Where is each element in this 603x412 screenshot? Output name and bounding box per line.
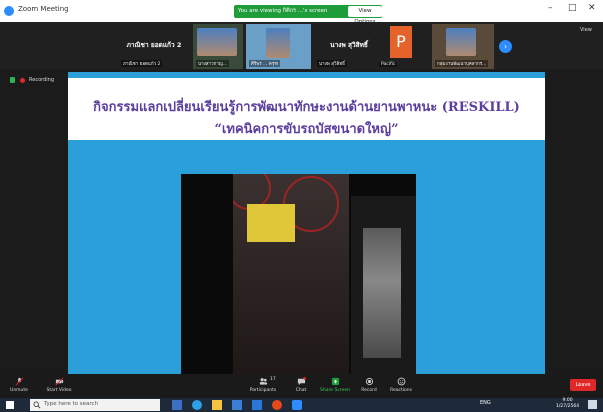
title-bar: Zoom Meeting You are viewing กิติกร ...'… (0, 0, 603, 25)
dashboard-display-image (247, 204, 295, 242)
participant-avatar-p: P (390, 26, 412, 58)
close-button[interactable]: ✕ (588, 3, 596, 13)
search-placeholder: Type here to search (44, 401, 99, 407)
chat-button[interactable]: Chat (290, 374, 312, 398)
security-shield-icon (10, 77, 15, 83)
view-label[interactable]: View (580, 27, 592, 33)
participants-label: Participants (249, 388, 277, 393)
participant-tile-2[interactable]: นางสาวกาญ... (193, 24, 243, 69)
participant-label: ภาณิชา ยอดแก้ว 2 (121, 60, 163, 67)
participant-video (266, 28, 290, 58)
participant-tile-3[interactable]: ศิริพร ... ครุฑ (246, 24, 311, 69)
task-view-icon[interactable] (172, 400, 182, 410)
reactions-button[interactable]: Reactions (386, 374, 416, 398)
participant-label: นางพ สุวิสิทธิ์ (317, 60, 347, 67)
windows-start-icon[interactable] (6, 401, 14, 409)
minimize-button[interactable]: – (548, 3, 553, 13)
chrome-icon[interactable] (272, 400, 282, 410)
reactions-icon (397, 377, 405, 386)
zoom-logo-icon (4, 6, 14, 16)
leave-button[interactable]: Leave (570, 379, 596, 391)
taskbar-clock[interactable]: 9:00 1/27/2564 (556, 398, 579, 410)
notification-center-icon[interactable] (588, 400, 597, 409)
share-screen-button[interactable]: Share Screen (318, 374, 352, 398)
system-tray-language[interactable]: ENG (480, 400, 491, 406)
chat-label: Chat (295, 388, 307, 393)
participant-tile-1[interactable]: ภาณิชา ยอดแก้ว 2 ภาณิชา ยอดแก้ว 2 (118, 24, 190, 69)
edge-browser-icon[interactable] (192, 400, 202, 410)
share-banner-text: You are viewing กิติกร ...'s screen (238, 8, 328, 14)
start-video-button[interactable]: Start Video (42, 374, 76, 398)
slide-title-line1: กิจกรรมแลกเปลี่ยนเรียนรู้การพัฒนาทักษะงา… (93, 100, 520, 115)
participant-label: กลุ่มงานพัฒนาบุคลากร... (435, 60, 489, 67)
participants-icon (259, 378, 267, 385)
window-title: Zoom Meeting (18, 5, 69, 13)
zoom-taskbar-icon[interactable] (292, 400, 302, 410)
mail-icon[interactable] (252, 400, 262, 410)
participant-label: Pacific (379, 62, 398, 67)
participant-video (197, 28, 237, 56)
participant-tile-4[interactable]: นางพ สุวิสิทธิ์ นางพ สุวิสิทธิ์ (314, 24, 384, 69)
slide-title-line2: “เทคนิคการขับรถบัสขนาดใหญ่” (214, 122, 399, 137)
record-button[interactable]: Record (356, 374, 382, 398)
pedal-video (351, 196, 416, 374)
taskbar-search-box[interactable]: Type here to search (30, 399, 160, 411)
participant-video (446, 28, 476, 56)
maximize-button[interactable]: □ (568, 3, 577, 13)
share-screen-icon (331, 377, 339, 386)
recording-indicator-icon (20, 78, 25, 83)
recording-label: Recording (29, 77, 55, 83)
search-icon (33, 401, 41, 409)
participants-count: 17 (270, 377, 276, 382)
unmute-label: Unmute (10, 388, 28, 393)
muted-mic-icon (15, 377, 23, 386)
bus-dashboard-image (233, 174, 349, 374)
view-options-button[interactable]: View Options (348, 6, 382, 25)
reactions-label: Reactions (390, 388, 412, 393)
participant-label: ศิริพร ... ครุฑ (249, 60, 280, 67)
clock-date: 1/27/2564 (556, 404, 580, 409)
store-icon[interactable] (232, 400, 242, 410)
start-video-label: Start Video (46, 388, 72, 393)
participant-name-large: นางพ สุวิสิทธิ์ (330, 41, 368, 49)
slide-title-box: กิจกรรมแลกเปลี่ยนเรียนรู้การพัฒนาทักษะงา… (68, 78, 545, 140)
pedal-image (363, 228, 401, 358)
record-label: Record (361, 388, 377, 393)
record-icon (365, 377, 373, 386)
participant-tile-6[interactable]: กลุ่มงานพัฒนาบุคลากร... (432, 24, 494, 69)
unmute-button[interactable]: Unmute (4, 374, 34, 398)
participant-label: นางสาวกาญ... (196, 60, 229, 67)
share-screen-label: Share Screen (320, 388, 350, 393)
video-off-icon (55, 377, 63, 386)
chat-icon (297, 377, 306, 386)
file-explorer-icon[interactable] (212, 400, 222, 410)
next-participants-button[interactable]: › (499, 40, 512, 53)
participant-name-large: ภาณิชา ยอดแก้ว 2 (126, 41, 182, 49)
shared-slide: กิจกรรมแลกเปลี่ยนเรียนรู้การพัฒนาทักษะงา… (68, 72, 545, 374)
